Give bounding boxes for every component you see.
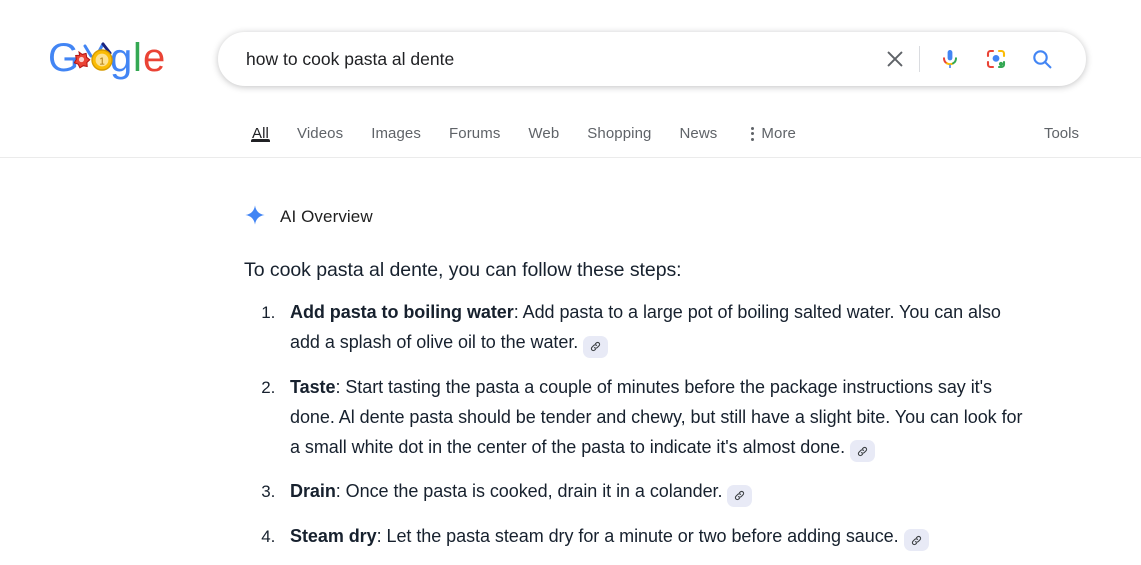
search-submit-icon[interactable]	[1019, 37, 1065, 81]
search-actions	[873, 37, 1085, 81]
sparkle-icon	[244, 204, 266, 231]
search-tabs: All Videos Images Forums Web Shopping Ne…	[238, 110, 810, 158]
list-item: Taste: Start tasting the pasta a couple …	[280, 372, 1034, 462]
tab-all[interactable]: All	[238, 110, 283, 142]
citation-link-icon[interactable]	[727, 484, 753, 507]
search-divider	[919, 46, 920, 72]
voice-search-icon[interactable]	[927, 37, 973, 81]
step-term: Steam dry	[290, 525, 377, 546]
citation-link-icon[interactable]	[850, 440, 876, 462]
results-navbar: All Videos Images Forums Web Shopping Ne…	[0, 110, 1141, 158]
svg-text:g: g	[110, 38, 132, 80]
tab-news[interactable]: News	[666, 110, 732, 142]
svg-text:e: e	[143, 38, 165, 80]
tab-more-label: More	[761, 125, 796, 142]
citation-link-icon[interactable]	[903, 529, 929, 551]
list-item: Steam dry: Let the pasta steam dry for a…	[280, 521, 1034, 551]
step-text: : Let the pasta steam dry for a minute o…	[376, 525, 899, 546]
ai-overview-steps: Add pasta to boiling water: Add pasta to…	[244, 297, 1034, 551]
ai-overview-header: AI Overview	[244, 204, 1034, 230]
svg-text:1: 1	[99, 57, 105, 68]
lens-search-icon[interactable]	[973, 37, 1019, 81]
citation-link-icon[interactable]	[583, 335, 609, 358]
more-vert-icon	[751, 126, 755, 141]
step-term: Drain	[290, 481, 336, 501]
google-logo[interactable]: G g l e 1	[48, 38, 168, 82]
search-input[interactable]	[219, 48, 873, 70]
svg-text:G: G	[48, 38, 79, 80]
tab-shopping[interactable]: Shopping	[573, 110, 665, 142]
ai-overview-title: AI Overview	[280, 207, 373, 226]
search-bar[interactable]	[218, 32, 1086, 86]
list-item: Add pasta to boiling water: Add pasta to…	[280, 297, 1034, 358]
clear-search-icon[interactable]	[873, 37, 917, 81]
step-term: Taste	[290, 376, 336, 397]
tools-button[interactable]: Tools	[1044, 125, 1079, 142]
step-text: : Start tasting the pasta a couple of mi…	[290, 376, 1023, 457]
tab-more[interactable]: More	[731, 110, 810, 142]
page-header: G g l e 1	[0, 0, 1141, 110]
step-term: Add pasta to boiling water	[290, 302, 514, 322]
tab-images[interactable]: Images	[357, 110, 435, 142]
list-item: Drain: Once the pasta is cooked, drain i…	[280, 476, 1034, 507]
results-content: AI Overview To cook pasta al dente, you …	[0, 158, 1141, 565]
ai-overview-panel: AI Overview To cook pasta al dente, you …	[244, 158, 1034, 551]
tab-forums[interactable]: Forums	[435, 110, 514, 142]
ai-overview-intro: To cook pasta al dente, you can follow t…	[244, 259, 682, 281]
svg-text:l: l	[133, 38, 142, 80]
step-text: : Once the pasta is cooked, drain it in …	[335, 481, 723, 501]
tab-videos[interactable]: Videos	[283, 110, 357, 142]
tab-web[interactable]: Web	[514, 110, 573, 142]
